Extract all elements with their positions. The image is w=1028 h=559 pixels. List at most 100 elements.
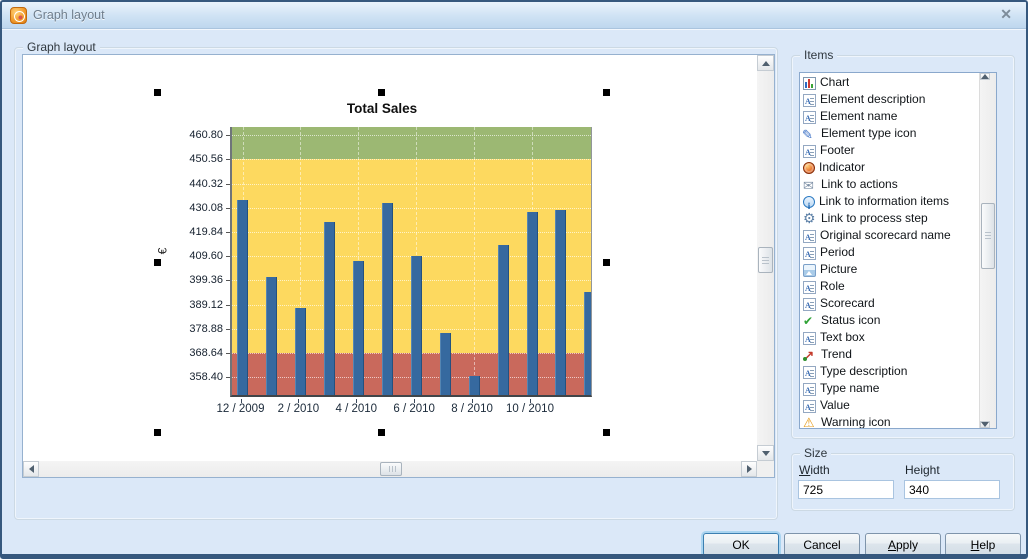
size-group: Size Width Height — [791, 446, 1015, 511]
item-text-box[interactable]: Text box — [802, 329, 978, 348]
resize-handle-middle-right[interactable] — [603, 258, 610, 266]
item-status-icon[interactable]: Status icon — [802, 312, 978, 330]
items-scrollbar[interactable] — [979, 73, 996, 428]
y-tick-mark — [226, 328, 230, 330]
width-input[interactable] — [798, 480, 894, 499]
cancel-button[interactable]: Cancel — [784, 533, 860, 554]
item-warning-icon[interactable]: Warning icon — [802, 414, 978, 429]
arrow-left-icon — [28, 465, 34, 473]
text-icon — [803, 144, 816, 161]
horizontal-gridline — [232, 207, 591, 209]
arrow-right-icon — [746, 465, 752, 473]
horizontal-gridline — [232, 159, 591, 161]
vertical-scroll-thumb[interactable] — [758, 247, 773, 273]
chart-title: Total Sales — [346, 101, 418, 116]
item-period[interactable]: Period — [802, 244, 978, 263]
item-type-description[interactable]: Type description — [802, 363, 978, 382]
chart-bar — [555, 210, 567, 395]
pencil-icon — [802, 126, 817, 143]
height-input[interactable] — [904, 480, 1000, 499]
y-tick-label: 430.08 — [189, 201, 223, 214]
scroll-right-button[interactable] — [741, 461, 757, 477]
preview-canvas[interactable]: Total Sales € 358.40 368.64 378.88 389.12 39… — [23, 55, 757, 461]
items-scroll-thumb[interactable] — [981, 203, 995, 269]
resize-handle-bottom-right[interactable] — [603, 429, 610, 436]
chart-bar — [352, 261, 364, 395]
arrow-up-icon — [981, 74, 989, 79]
y-tick-mark — [226, 232, 230, 234]
y-tick-label: 389.12 — [189, 298, 223, 311]
items-scroll-up-button[interactable] — [980, 73, 990, 80]
items-list[interactable]: Chart Element description Element name E… — [799, 72, 997, 429]
graph-layout-group-label: Graph layout — [23, 40, 100, 54]
item-scorecard[interactable]: Scorecard — [802, 295, 978, 314]
chart-bar — [584, 291, 591, 395]
resize-handle-top-right[interactable] — [603, 89, 610, 96]
y-tick-label: 450.56 — [189, 153, 223, 166]
item-original-scorecard-name[interactable]: Original scorecard name — [802, 227, 978, 246]
item-chart[interactable]: Chart — [802, 74, 978, 91]
text-icon — [803, 110, 816, 127]
x-tick-mark — [530, 399, 531, 403]
item-trend[interactable]: Trend — [802, 346, 978, 364]
item-element-type-icon[interactable]: Element type icon — [802, 125, 978, 143]
y-tick-mark — [226, 352, 230, 354]
chart-bar — [323, 222, 335, 395]
titlebar[interactable]: Graph layout ✕ — [2, 2, 1026, 29]
resize-handle-top-left[interactable] — [154, 89, 161, 96]
resize-handle-bottom-middle[interactable] — [378, 429, 385, 436]
scrollbar-corner — [757, 461, 774, 477]
x-tick-mark — [414, 399, 416, 403]
items-scroll-down-button[interactable] — [980, 421, 990, 428]
item-link-to-information-items[interactable]: Link to information items — [802, 193, 978, 210]
preview-canvas-wrap: Total Sales € 358.40 368.64 378.88 389.12 39… — [22, 54, 775, 478]
y-tick-mark — [226, 280, 230, 282]
y-tick-label: 440.32 — [189, 177, 223, 190]
item-link-to-actions[interactable]: Link to actions — [802, 176, 978, 194]
item-footer[interactable]: Footer — [802, 142, 978, 161]
item-type-name[interactable]: Type name — [802, 380, 978, 399]
item-indicator[interactable]: Indicator — [802, 159, 978, 176]
y-tick-label: 460.80 — [189, 129, 223, 142]
y-tick-label: 399.36 — [189, 274, 223, 287]
resize-handle-top-middle[interactable] — [378, 89, 385, 96]
text-icon — [803, 297, 816, 314]
item-picture[interactable]: Picture — [802, 261, 978, 278]
resize-handle-middle-left[interactable] — [154, 258, 161, 266]
arrow-down-icon — [761, 450, 770, 456]
ok-button[interactable]: OK — [703, 533, 779, 554]
items-group-label: Items — [800, 48, 838, 62]
arrow-down-icon — [981, 422, 989, 427]
y-tick-mark — [226, 159, 230, 161]
scroll-down-button[interactable] — [757, 445, 774, 461]
item-role[interactable]: Role — [802, 278, 978, 297]
graph-layout-dialog: Graph layout ✕ Graph layout Total Sales … — [0, 0, 1028, 559]
scroll-up-button[interactable] — [757, 55, 774, 71]
y-tick-mark — [226, 207, 230, 209]
text-icon — [803, 382, 816, 399]
y-tick-mark — [226, 304, 230, 306]
item-link-to-process-step[interactable]: Link to process step — [802, 210, 978, 227]
y-tick-label: 358.40 — [189, 371, 223, 384]
close-icon[interactable]: ✕ — [1000, 6, 1012, 23]
chart-bar — [265, 276, 277, 395]
resize-handle-bottom-left[interactable] — [154, 429, 161, 436]
scroll-left-button[interactable] — [23, 461, 39, 477]
chart-bar — [410, 256, 422, 395]
chart-object[interactable]: Total Sales € 358.40 368.64 378.88 389.12 39… — [154, 89, 610, 436]
item-value[interactable]: Value — [802, 397, 978, 416]
item-element-description[interactable]: Element description — [802, 91, 978, 110]
chart-bar — [237, 199, 248, 395]
horizontal-scroll-thumb[interactable] — [380, 462, 402, 476]
info-icon — [803, 196, 815, 208]
text-icon — [803, 246, 816, 263]
items-group: Items Chart Element description Element … — [791, 48, 1015, 439]
help-button[interactable]: Help — [945, 533, 1021, 554]
item-element-name[interactable]: Element name — [802, 108, 978, 127]
chart-bar — [439, 333, 451, 395]
x-tick-mark — [240, 399, 242, 403]
chart-bar — [381, 203, 393, 395]
apply-button[interactable]: Apply — [865, 533, 941, 554]
canvas-vertical-scrollbar[interactable] — [757, 55, 774, 461]
canvas-horizontal-scrollbar[interactable] — [23, 461, 757, 477]
